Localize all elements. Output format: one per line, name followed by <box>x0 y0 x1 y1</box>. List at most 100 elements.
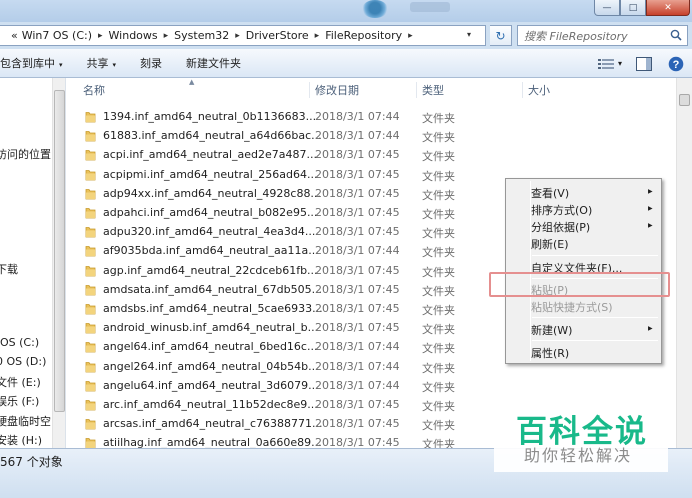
nav-item-drive-f[interactable]: 娱乐 (F:) <box>0 393 39 409</box>
folder-icon <box>85 438 96 448</box>
file-date: 2018/3/1 07:45 <box>315 436 400 448</box>
breadcrumb-separator[interactable]: ▸ <box>315 31 320 41</box>
file-date: 2018/3/1 07:45 <box>315 148 400 162</box>
svg-text:?: ? <box>673 59 680 71</box>
include-in-library-button[interactable]: 包含到库中 ▾ <box>0 55 63 71</box>
share-button[interactable]: 共享 ▾ <box>87 55 117 71</box>
file-date: 2018/3/1 07:45 <box>315 167 400 181</box>
breadcrumb-system32[interactable]: System32 <box>174 29 229 42</box>
file-name: angel264.inf_amd64_neutral_04b54b... <box>103 359 319 373</box>
breadcrumb-driverstore[interactable]: DriverStore <box>246 29 309 42</box>
close-button[interactable]: ✕ <box>646 0 690 16</box>
folder-icon <box>85 188 96 200</box>
file-type: 文件夹 <box>422 265 455 279</box>
menu-item-paste-shortcut[interactable]: 粘贴快捷方式(S) <box>531 299 613 317</box>
file-type: 文件夹 <box>422 438 455 448</box>
nav-item-recent-places[interactable]: 访问的位置 <box>0 146 51 162</box>
file-type: 文件夹 <box>422 246 455 260</box>
submenu-arrow-icon: ▶ <box>648 222 653 229</box>
menu-item-new[interactable]: 新建(W) <box>531 322 572 340</box>
burn-button[interactable]: 刻录 <box>140 55 162 71</box>
folder-icon <box>85 227 96 238</box>
nav-scrollbar[interactable] <box>52 78 65 448</box>
table-row[interactable]: acpi.inf_amd64_neutral_aed2e7a487... 2018… <box>66 146 676 165</box>
table-row[interactable]: 1394.inf_amd64_neutral_0b1136683... 2018/… <box>66 108 676 127</box>
context-menu: 查看(V) ▶ 排序方式(O) ▶ 分组依据(P) ▶ 刷新(E) 自定义文件夹… <box>505 178 662 364</box>
menu-item-group[interactable]: 分组依据(P) <box>531 219 590 237</box>
view-options-icon[interactable] <box>597 58 614 70</box>
file-name: amdsata.inf_amd64_neutral_67db505... <box>103 282 323 296</box>
file-date: 2018/3/1 07:45 <box>315 206 400 219</box>
file-list-scrollbar-thumb[interactable] <box>679 94 690 106</box>
file-type: 文件夹 <box>422 361 455 375</box>
table-row[interactable]: 61883.inf_amd64_neutral_a64d66bac... 2018… <box>66 127 676 146</box>
nav-scrollbar-thumb[interactable] <box>54 90 65 412</box>
menu-item-refresh[interactable]: 刷新(E) <box>531 236 569 254</box>
file-name: android_winusb.inf_amd64_neutral_b... <box>103 321 319 335</box>
breadcrumb-overflow[interactable]: « <box>11 29 18 42</box>
folder-icon <box>85 323 96 334</box>
chevron-down-icon: ▾ <box>59 61 63 69</box>
new-folder-button[interactable]: 新建文件夹 <box>186 55 241 71</box>
search-input[interactable]: 搜索 FileRepository <box>517 25 688 46</box>
file-name: adp94xx.inf_amd64_neutral_4928c88... <box>103 186 321 200</box>
menu-item-sort[interactable]: 排序方式(O) <box>531 202 592 220</box>
nav-item-drive-e[interactable]: 文件 (E:) <box>0 374 41 390</box>
breadcrumb-separator[interactable]: ▸ <box>164 31 169 41</box>
breadcrumb-separator[interactable]: ▸ <box>235 31 240 41</box>
folder-icon <box>85 131 96 142</box>
file-name: acpi.inf_amd64_neutral_aed2e7a487... <box>103 148 317 162</box>
help-icon[interactable]: ? <box>668 56 684 72</box>
view-controls: ▾ ? <box>597 49 692 78</box>
column-header-type[interactable]: 类型 <box>422 82 444 100</box>
folder-icon <box>85 361 96 372</box>
submenu-arrow-icon: ▶ <box>648 325 653 332</box>
address-bar[interactable]: « Win7 OS (C:) ▸ Windows ▸ System32 ▸ Dr… <box>0 25 486 46</box>
breadcrumb-separator[interactable]: ▸ <box>98 31 103 41</box>
watermark-slogan: 助你轻松解决 <box>524 446 633 465</box>
nav-item-drive-h[interactable]: 安装 (H:) <box>0 432 42 448</box>
menu-item-properties[interactable]: 属性(R) <box>531 345 569 363</box>
file-name: arcsas.inf_amd64_neutral_c76388771... <box>103 417 323 431</box>
breadcrumb-separator[interactable]: ▸ <box>408 31 413 41</box>
file-list-scrollbar[interactable] <box>676 78 692 448</box>
nav-item-drive-d[interactable]: 0 OS (D:) <box>0 355 46 368</box>
paste-highlight-box <box>489 272 670 297</box>
menu-item-view[interactable]: 查看(V) <box>531 185 569 203</box>
file-name: adpu320.inf_amd64_neutral_4ea3d4... <box>103 225 316 239</box>
address-row: « Win7 OS (C:) ▸ Windows ▸ System32 ▸ Dr… <box>0 22 692 48</box>
column-header-name[interactable]: 名称 <box>83 82 105 100</box>
breadcrumb-windows[interactable]: Windows <box>109 29 158 42</box>
file-name: amdsbs.inf_amd64_neutral_5cae6933... <box>103 302 323 315</box>
file-date: 2018/3/1 07:44 <box>315 340 400 354</box>
search-icon[interactable] <box>670 29 682 41</box>
chevron-down-icon: ▾ <box>112 61 117 69</box>
refresh-button[interactable]: ↻ <box>490 25 512 46</box>
address-dropdown-icon[interactable]: ▾ <box>467 30 471 39</box>
maximize-button[interactable]: □ <box>620 0 646 16</box>
column-header-date[interactable]: 修改日期 <box>315 82 359 100</box>
title-bar: — □ ✕ <box>0 0 692 22</box>
file-type: 文件夹 <box>422 208 455 221</box>
nav-item-drive-c[interactable]: OS (C:) <box>0 336 39 349</box>
column-header-size[interactable]: 大小 <box>528 82 550 100</box>
minimize-button[interactable]: — <box>594 0 620 16</box>
folder-icon <box>85 265 96 276</box>
folder-icon <box>85 169 96 180</box>
file-name: angelu64.inf_amd64_neutral_3d6079... <box>103 378 319 392</box>
view-dropdown-icon[interactable]: ▾ <box>618 59 622 68</box>
file-type: 文件夹 <box>422 188 455 202</box>
folder-icon <box>85 112 96 123</box>
file-date: 2018/3/1 07:45 <box>315 225 400 239</box>
preview-pane-icon[interactable] <box>636 56 652 71</box>
file-name: atiilhag.inf_amd64_neutral_0a660e89... <box>103 436 322 448</box>
nav-item-downloads[interactable]: 下载 <box>0 261 18 277</box>
file-type: 文件夹 <box>422 323 455 337</box>
file-name: agp.inf_amd64_neutral_22cdceb61fb... <box>103 263 318 277</box>
breadcrumb-drive[interactable]: Win7 OS (C:) <box>22 29 92 42</box>
file-type: 文件夹 <box>422 284 455 298</box>
breadcrumb-filerepository[interactable]: FileRepository <box>325 29 402 42</box>
file-name: adpahci.inf_amd64_neutral_b082e95... <box>103 206 318 219</box>
file-type: 文件夹 <box>422 227 455 241</box>
file-date: 2018/3/1 07:45 <box>315 398 400 411</box>
